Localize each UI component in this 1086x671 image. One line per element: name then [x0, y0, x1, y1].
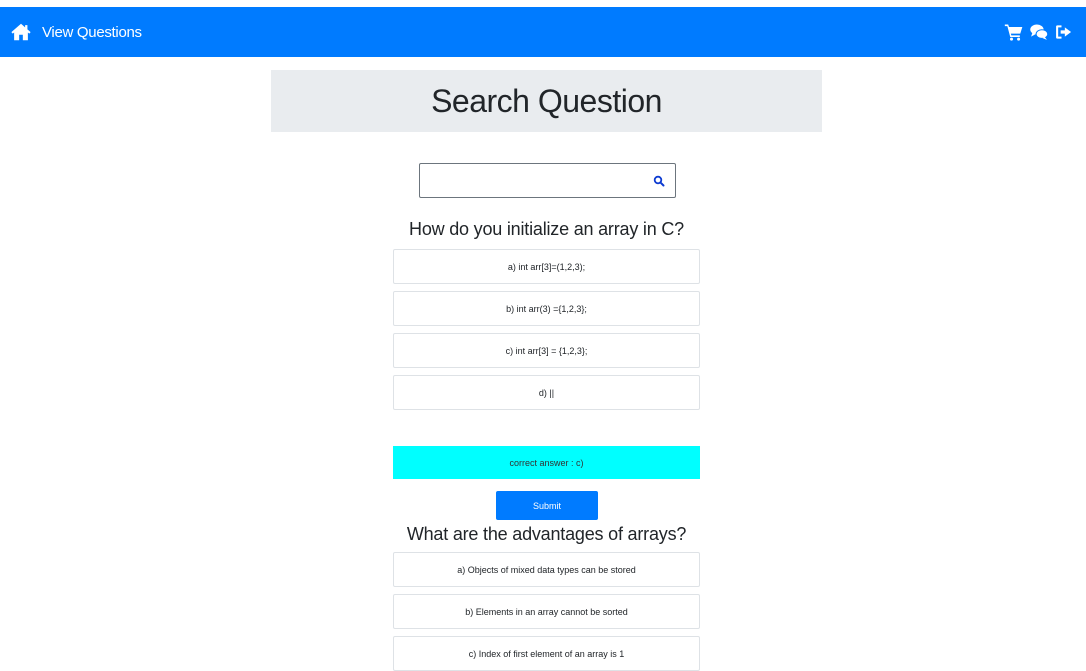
search-icon[interactable]: [653, 174, 665, 187]
option-d[interactable]: d) ||: [393, 375, 700, 410]
option-c[interactable]: c) Index of first element of an array is…: [393, 636, 700, 671]
chat-icon[interactable]: [1029, 22, 1049, 42]
option-label: d) ||: [538, 387, 555, 398]
search-box: [419, 163, 676, 198]
navbar-left: View Questions: [10, 21, 142, 43]
option-label: b) int arr(3) ={1,2,3};: [506, 303, 587, 314]
option-label: c) int arr[3] = {1,2,3};: [505, 345, 588, 356]
home-icon[interactable]: [10, 21, 32, 43]
option-label: b) Elements in an array cannot be sorted: [465, 606, 628, 617]
page-header: Search Question: [271, 70, 822, 132]
question-title: How do you initialize an array in C?: [409, 219, 684, 239]
cart-icon[interactable]: [1004, 22, 1024, 42]
correct-answer-banner: correct answer : c): [393, 446, 700, 479]
submit-button[interactable]: Submit: [496, 491, 598, 520]
option-a[interactable]: a) Objects of mixed data types can be st…: [393, 552, 700, 587]
page-title: Search Question: [431, 82, 662, 119]
logout-icon[interactable]: [1054, 22, 1074, 42]
question-title: What are the advantages of arrays?: [406, 524, 687, 544]
option-label: a) Objects of mixed data types can be st…: [457, 564, 636, 575]
option-b[interactable]: b) int arr(3) ={1,2,3};: [393, 291, 700, 326]
option-a[interactable]: a) int arr[3]=(1,2,3);: [393, 249, 700, 284]
search-input[interactable]: [420, 164, 645, 197]
top-navbar: View Questions: [0, 7, 1086, 57]
view-questions-link[interactable]: View Questions: [42, 24, 142, 41]
option-label: a) int arr[3]=(1,2,3);: [507, 261, 586, 272]
navbar-right: [1004, 22, 1074, 42]
option-c[interactable]: c) int arr[3] = {1,2,3};: [393, 333, 700, 368]
correct-answer-text: correct answer : c): [509, 457, 584, 468]
option-label: c) Index of first element of an array is…: [468, 648, 625, 659]
option-b[interactable]: b) Elements in an array cannot be sorted: [393, 594, 700, 629]
